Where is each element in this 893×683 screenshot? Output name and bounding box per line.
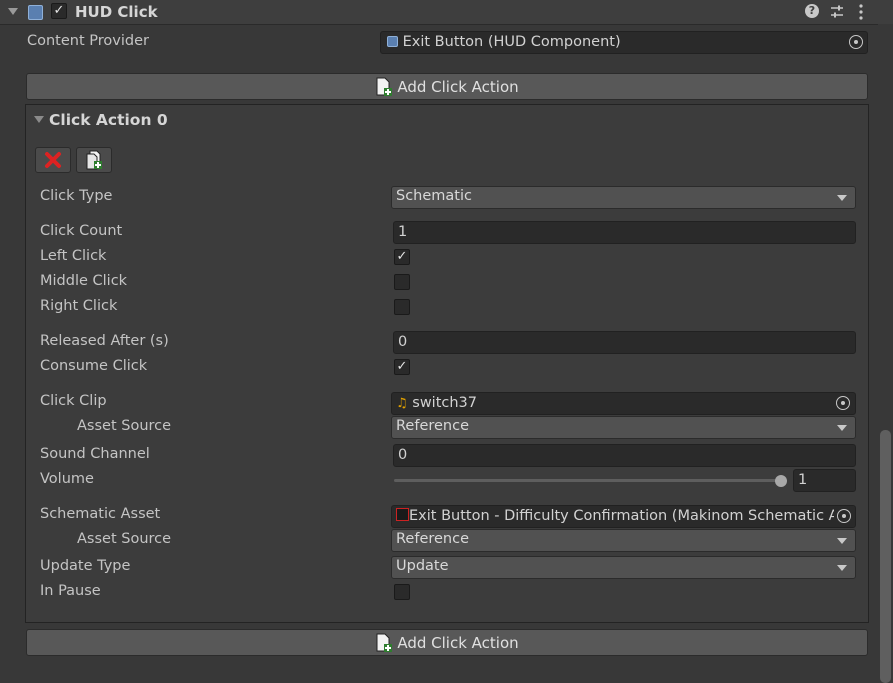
schematic-asset-label: Schematic Asset xyxy=(40,506,161,522)
released-after-field[interactable]: 0 xyxy=(393,331,856,354)
update-type-dropdown[interactable]: Update xyxy=(391,556,856,579)
volume-label: Volume xyxy=(40,471,94,487)
chevron-down-icon xyxy=(837,538,847,544)
released-after-label: Released After (s) xyxy=(40,333,169,349)
sound-channel-label: Sound Channel xyxy=(40,446,150,462)
chevron-down-icon xyxy=(837,425,847,431)
scrollbar-thumb[interactable] xyxy=(880,430,891,683)
schematic-asset-source-value: Reference xyxy=(396,531,470,547)
content-provider-value: Exit Button (HUD Component) xyxy=(402,34,621,50)
click-clip-value: switch37 xyxy=(412,395,478,411)
right-click-label: Right Click xyxy=(40,298,118,314)
add-click-action-button-top[interactable]: Add Click Action xyxy=(26,73,868,100)
component-enabled-checkbox[interactable]: ✓ xyxy=(51,3,67,19)
update-type-label: Update Type xyxy=(40,558,131,574)
copy-document-icon xyxy=(86,150,102,170)
clip-asset-source-dropdown[interactable]: Reference xyxy=(391,416,856,439)
content-provider-field[interactable]: Exit Button (HUD Component) xyxy=(380,31,868,54)
add-document-icon xyxy=(376,77,393,96)
chevron-down-icon xyxy=(837,565,847,571)
object-picker-icon[interactable] xyxy=(849,35,863,49)
clip-asset-source-label: Asset Source xyxy=(77,418,172,434)
click-type-value: Schematic xyxy=(396,188,472,204)
check-icon: ✓ xyxy=(396,359,408,374)
add-click-action-button-bottom[interactable]: Add Click Action xyxy=(26,629,868,656)
volume-slider-handle[interactable] xyxy=(775,475,787,487)
left-click-checkbox[interactable]: ✓ xyxy=(394,249,410,265)
add-document-icon xyxy=(376,633,393,652)
clip-asset-source-value: Reference xyxy=(396,418,470,434)
check-icon: ✓ xyxy=(396,249,408,264)
click-count-field[interactable]: 1 xyxy=(393,221,856,244)
chevron-down-icon xyxy=(837,195,847,201)
schematic-asset-source-label: Asset Source xyxy=(77,531,172,547)
sound-channel-field[interactable]: 0 xyxy=(393,444,856,467)
check-icon: ✓ xyxy=(53,3,65,18)
in-pause-checkbox[interactable] xyxy=(394,584,410,600)
kebab-menu-icon[interactable] xyxy=(855,3,867,21)
content-provider-label: Content Provider xyxy=(27,33,149,49)
right-click-checkbox[interactable] xyxy=(394,299,410,315)
add-click-action-label: Add Click Action xyxy=(397,633,519,652)
schematic-asset-source-dropdown[interactable]: Reference xyxy=(391,529,856,552)
clip-picker-icon[interactable] xyxy=(836,396,850,410)
click-count-label: Click Count xyxy=(40,223,123,239)
click-action-title[interactable]: Click Action 0 xyxy=(49,111,168,129)
schematic-asset-field[interactable]: Exit Button - Difficulty Confirmation (M… xyxy=(391,505,856,528)
copy-action-button[interactable] xyxy=(76,147,112,173)
schematic-icon xyxy=(396,508,409,521)
schematic-asset-value: Exit Button - Difficulty Confirmation (M… xyxy=(409,508,847,524)
click-clip-field[interactable]: ♫ switch37 xyxy=(391,392,856,415)
hud-component-icon xyxy=(387,36,398,47)
left-click-label: Left Click xyxy=(40,248,107,264)
add-click-action-label: Add Click Action xyxy=(397,77,519,96)
audio-clip-icon: ♫ xyxy=(396,396,408,411)
delete-icon xyxy=(45,152,61,168)
click-type-label: Click Type xyxy=(40,188,113,204)
click-clip-label: Click Clip xyxy=(40,393,107,409)
click-type-dropdown[interactable]: Schematic xyxy=(391,186,856,209)
click-action-foldout-icon[interactable] xyxy=(34,116,44,123)
middle-click-checkbox[interactable] xyxy=(394,274,410,290)
middle-click-label: Middle Click xyxy=(40,273,128,289)
schematic-picker-icon[interactable] xyxy=(837,509,851,523)
component-icon xyxy=(28,5,43,20)
component-title: HUD Click xyxy=(75,3,158,21)
update-type-value: Update xyxy=(396,558,449,574)
foldout-arrow-icon[interactable] xyxy=(8,8,18,15)
remove-action-button[interactable] xyxy=(35,147,71,173)
in-pause-label: In Pause xyxy=(40,583,101,599)
help-icon[interactable]: ? xyxy=(805,4,819,18)
volume-field[interactable]: 1 xyxy=(793,469,856,492)
preset-icon[interactable] xyxy=(829,4,845,20)
volume-slider-track[interactable] xyxy=(394,479,781,482)
consume-click-label: Consume Click xyxy=(40,358,148,374)
consume-click-checkbox[interactable]: ✓ xyxy=(394,359,410,375)
